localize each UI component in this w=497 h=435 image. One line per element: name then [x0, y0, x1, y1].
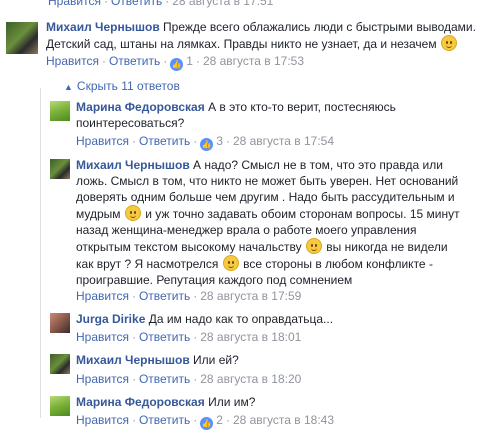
- like-link[interactable]: Нравится: [76, 330, 129, 344]
- comment-text: как врут ? Я насмотрелся: [76, 257, 219, 271]
- avatar[interactable]: [50, 313, 70, 333]
- comment-text: ложь. Смысл в том, что никто не может бы…: [76, 174, 459, 188]
- comment-text: открытым текстом высокому начальству: [76, 240, 302, 254]
- timestamp[interactable]: 28 августа в 17:51: [172, 0, 273, 8]
- like-count[interactable]: 1: [186, 54, 193, 68]
- hide-replies-label: Скрыть 11 ответов: [76, 79, 180, 93]
- timestamp[interactable]: 28 августа в 17:59: [200, 289, 301, 303]
- comment-text: доверять одним больше чем другим . Надо …: [76, 190, 455, 204]
- comment-text: Да им надо как то оправдатьца...: [148, 312, 334, 326]
- reply-meta: Нравится · Ответить · 👍 3 · 28 августа в 17:54: [76, 134, 335, 151]
- comment-text: Или им?: [208, 395, 256, 409]
- reply-thread-line: [40, 88, 41, 418]
- smile-emoji-icon: [305, 238, 322, 254]
- smile-emoji-icon: [124, 205, 141, 221]
- comment-body: Михаил Чернышов Прежде всего облажались …: [46, 19, 496, 52]
- comment-author[interactable]: Михаил Чернышов: [76, 353, 190, 367]
- reply-link[interactable]: Ответить: [139, 330, 190, 344]
- comment-text: поинтересоваться?: [76, 116, 185, 130]
- like-thumb-icon: 👍: [170, 58, 184, 71]
- chevron-up-icon: ▲: [64, 82, 73, 92]
- like-thumb-icon: 👍: [200, 138, 214, 151]
- like-link[interactable]: Нравится: [48, 0, 101, 8]
- like-thumb-icon: 👍: [200, 417, 214, 430]
- like-link[interactable]: Нравится: [46, 54, 99, 68]
- comment-meta: Нравится · Ответить · 👍 1 · 28 августа в 17:53: [46, 54, 305, 71]
- timestamp[interactable]: 28 августа в 17:54: [233, 134, 334, 148]
- timestamp[interactable]: 28 августа в 18:20: [200, 372, 301, 386]
- previous-comment-meta: Нравится · Ответить · 28 августа в 17:51: [48, 0, 273, 8]
- comment-text: назад женщина-менеджер врала о работе мо…: [76, 223, 417, 237]
- like-link[interactable]: Нравится: [76, 372, 129, 386]
- reply-meta: Нравится · Ответить · 28 августа в 17:59: [76, 289, 302, 303]
- timestamp[interactable]: 28 августа в 18:01: [200, 330, 301, 344]
- comment-text: Детский сад, штаны на лямках. Правды ник…: [46, 37, 437, 51]
- reply-meta: Нравится · Ответить · 👍 2 · 28 августа в 18:43: [76, 413, 335, 430]
- like-count[interactable]: 3: [216, 134, 223, 148]
- reply-body: Марина Федоровская А в это кто-то верит,…: [76, 99, 496, 131]
- reply-link[interactable]: Ответить: [109, 54, 160, 68]
- comment-author[interactable]: Марина Федоровская: [76, 395, 205, 409]
- comment-text: и уж точно задавать обоим сторонам вопро…: [145, 207, 460, 221]
- comment-text: А в это кто-то верит, постесняюсь: [208, 100, 396, 114]
- comment-author[interactable]: Jurga Dirike: [76, 312, 145, 326]
- avatar[interactable]: [50, 101, 70, 121]
- like-count[interactable]: 2: [216, 413, 223, 427]
- comment-text: мудрым: [76, 207, 121, 221]
- reply-link[interactable]: Ответить: [111, 0, 162, 8]
- reply-body: Михаил Чернышов А надо? Смысл не в том, …: [76, 157, 496, 288]
- like-link[interactable]: Нравится: [76, 134, 129, 148]
- avatar[interactable]: [50, 354, 70, 374]
- like-link[interactable]: Нравится: [76, 289, 129, 303]
- avatar[interactable]: [6, 22, 38, 54]
- comment-text: Прежде всего облажались люди с быстрыми …: [163, 20, 476, 34]
- hide-replies-toggle[interactable]: ▲ Скрыть 11 ответов: [64, 79, 180, 93]
- comment-text: проигравшие. Репутация каждого под сомне…: [76, 273, 353, 287]
- timestamp[interactable]: 28 августа в 17:53: [203, 54, 304, 68]
- reply-body: Марина Федоровская Или им?: [76, 394, 496, 410]
- avatar[interactable]: [50, 396, 70, 416]
- comment-author[interactable]: Марина Федоровская: [76, 100, 205, 114]
- comment-text: Или ей?: [193, 353, 239, 367]
- reply-meta: Нравится · Ответить · 28 августа в 18:01: [76, 330, 302, 344]
- timestamp[interactable]: 28 августа в 18:43: [233, 413, 334, 427]
- reply-body: Михаил Чернышов Или ей?: [76, 352, 496, 368]
- reply-link[interactable]: Ответить: [139, 289, 190, 303]
- reply-link[interactable]: Ответить: [139, 372, 190, 386]
- comment-text: А надо? Смысл не в том, что это правда и…: [193, 158, 443, 172]
- comment-author[interactable]: Михаил Чернышов: [46, 20, 160, 34]
- comment-text: все стороны в любом конфликте -: [243, 257, 433, 271]
- smile-emoji-icon: [440, 35, 457, 51]
- smile-emoji-icon: [222, 255, 239, 271]
- reply-body: Jurga Dirike Да им надо как то оправдать…: [76, 311, 496, 327]
- reply-link[interactable]: Ответить: [139, 134, 190, 148]
- like-link[interactable]: Нравится: [76, 413, 129, 427]
- comment-text: вы никогда не видели: [326, 240, 448, 254]
- comment-author[interactable]: Михаил Чернышов: [76, 158, 190, 172]
- avatar[interactable]: [50, 159, 70, 179]
- reply-link[interactable]: Ответить: [139, 413, 190, 427]
- reply-meta: Нравится · Ответить · 28 августа в 18:20: [76, 372, 302, 386]
